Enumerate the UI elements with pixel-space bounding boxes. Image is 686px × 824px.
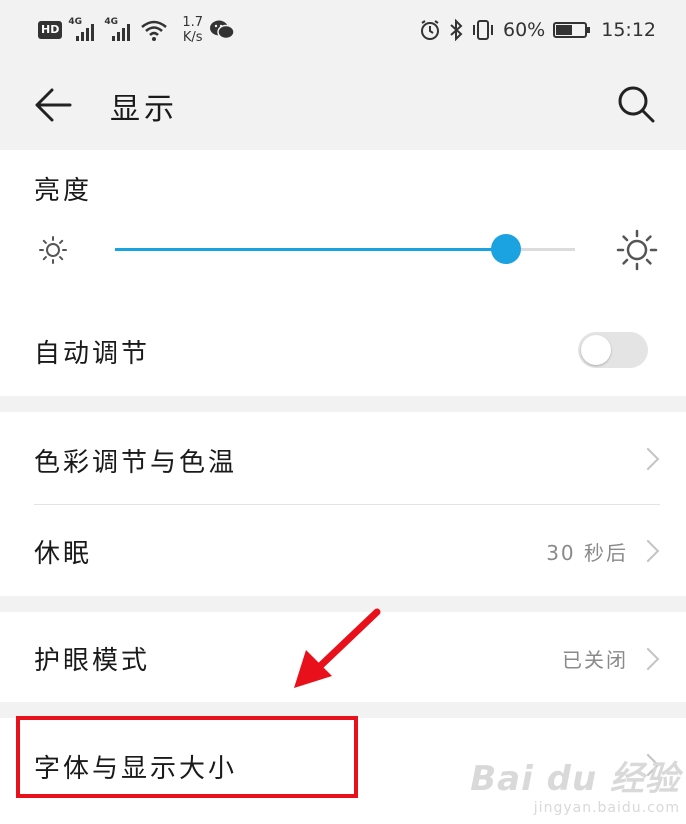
setting-row-color[interactable]: 色彩调节与色温	[0, 412, 686, 504]
setting-label: 色彩调节与色温	[34, 448, 238, 478]
hd-icon: HD	[38, 21, 63, 39]
annotation-arrow	[294, 608, 381, 688]
bluetooth-icon	[450, 19, 463, 41]
battery-icon	[553, 22, 591, 38]
status-bar: HD 4G 4G 1.7 K/s 60% 15:12	[0, 0, 686, 60]
highlight-box	[16, 716, 358, 798]
display-options-card: 色彩调节与色温 休眠 30 秒后	[0, 412, 686, 596]
setting-label: 休眠	[34, 539, 93, 569]
sun-large-icon	[616, 229, 658, 271]
setting-label: 护眼模式	[34, 646, 151, 676]
signal-icon: 4G	[68, 17, 98, 43]
chevron-right-icon	[636, 647, 660, 671]
setting-row-sleep[interactable]: 休眠 30 秒后	[0, 505, 686, 596]
watermark-brand: Bai du 经验	[470, 759, 680, 799]
signal-icon: 4G	[104, 17, 134, 43]
auto-adjust-label: 自动调节	[34, 339, 151, 369]
setting-value: 30 秒后	[546, 541, 628, 565]
arrow-left-icon[interactable]	[34, 86, 72, 124]
brightness-slider[interactable]	[115, 234, 575, 264]
baidu-watermark: Bai du 经验 jingyan.baidu.com	[470, 751, 680, 816]
brightness-label: 亮度	[34, 176, 93, 206]
network-speed: 1.7 K/s	[182, 15, 204, 45]
brightness-card: 亮度 自动调节	[0, 150, 686, 396]
brightness-slider-fill	[115, 248, 506, 251]
clock: 15:12	[601, 19, 656, 41]
auto-adjust-toggle[interactable]	[578, 332, 648, 368]
setting-value: 已关闭	[562, 648, 628, 672]
alarm-icon	[421, 20, 439, 40]
vibrate-icon	[473, 20, 493, 40]
battery-percent: 60%	[503, 19, 546, 41]
page-title: 显示	[110, 92, 178, 127]
watermark-url: jingyan.baidu.com	[533, 800, 680, 816]
sun-small-icon	[39, 236, 67, 264]
status-left: HD 4G 4G 1.7 K/s	[38, 12, 235, 48]
search-icon[interactable]	[616, 84, 656, 124]
status-right: 60% 15:12	[419, 14, 656, 46]
toggle-knob	[581, 335, 611, 365]
wifi-icon	[141, 20, 168, 41]
chevron-right-icon	[636, 539, 660, 563]
wechat-icon	[210, 20, 235, 40]
brightness-slider-thumb[interactable]	[491, 234, 521, 264]
chevron-right-icon	[636, 447, 660, 471]
title-bar: 显示	[0, 60, 686, 150]
